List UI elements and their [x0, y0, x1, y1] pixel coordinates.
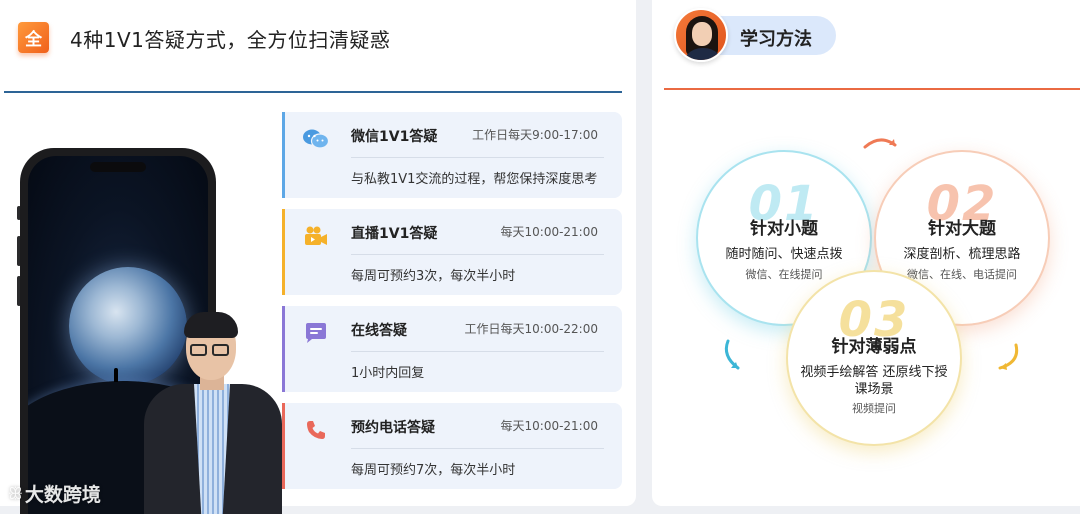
- live-video-icon: [301, 223, 331, 249]
- card-time: 工作日每天9:00-17:00: [472, 128, 598, 142]
- circle-line: 深度剖析、梳理思路: [903, 247, 1021, 262]
- teacher-hair: [184, 312, 238, 338]
- study-method-title: 学习方法: [740, 29, 812, 50]
- chat-message-icon: [301, 320, 331, 346]
- card-phone-answer[interactable]: 预约电话答疑 每天10:00-21:00 每周可预约7次，每次半小时: [282, 403, 622, 489]
- arrow-top-icon: [863, 138, 897, 149]
- card-wechat-answer[interactable]: 微信1V1答疑 工作日每天9:00-17:00 与私教1V1交流的过程，帮您保持…: [282, 112, 622, 198]
- card-name: 在线答疑: [351, 323, 407, 339]
- watermark: ꕥ 大数跨境: [8, 480, 101, 507]
- teacher-avatar: [674, 8, 728, 62]
- card-desc: 与私教1V1交流的过程，帮您保持深度思考: [351, 172, 598, 187]
- card-time: 工作日每天10:00-22:00: [464, 322, 599, 336]
- section-divider: [4, 91, 622, 93]
- watermark-logo-icon: ꕥ: [8, 483, 23, 503]
- wechat-icon: [301, 126, 331, 152]
- teacher-photo: [140, 312, 286, 514]
- circle-sub: 微信、在线、电话提问: [907, 268, 1017, 281]
- card-desc: 每周可预约7次，每次半小时: [351, 463, 516, 478]
- card-live-answer[interactable]: 直播1V1答疑 每天10:00-21:00 每周可预约3次，每次半小时: [282, 209, 622, 295]
- circle-title: 针对大题: [928, 219, 996, 239]
- section-title: 4种1V1答疑方式，全方位扫清疑惑: [70, 28, 391, 52]
- arrow-left-icon: [724, 339, 740, 370]
- arrow-right-icon: [998, 343, 1019, 370]
- quan-badge: 全: [18, 22, 49, 53]
- watermark-text: 大数跨境: [24, 484, 101, 506]
- phone-notch: [90, 162, 146, 172]
- card-separator: [351, 351, 604, 352]
- card-name: 预约电话答疑: [351, 420, 435, 436]
- card-separator: [351, 448, 604, 449]
- card-separator: [351, 254, 604, 255]
- card-online-answer[interactable]: 在线答疑 工作日每天10:00-22:00 1小时内回复: [282, 306, 622, 392]
- circle-line: 随时随问、快速点拨: [725, 247, 843, 262]
- circle-title: 针对薄弱点: [831, 337, 917, 357]
- card-desc: 1小时内回复: [351, 366, 425, 381]
- circle-line: 视频手绘解答 还原线下授课场景: [800, 365, 948, 397]
- phone-icon: [301, 417, 331, 443]
- method-circle-weak-points: 03 针对薄弱点 视频手绘解答 还原线下授课场景 视频提问: [786, 270, 962, 446]
- card-name: 微信1V1答疑: [351, 129, 438, 145]
- circle-sub: 微信、在线提问: [745, 268, 823, 281]
- teacher-glasses: [190, 344, 232, 356]
- card-separator: [351, 157, 604, 158]
- person-silhouette: [114, 368, 118, 382]
- card-time: 每天10:00-21:00: [500, 225, 599, 239]
- card-name: 直播1V1答疑: [351, 226, 438, 242]
- avatar-face: [692, 22, 712, 46]
- circle-sub: 视频提问: [852, 402, 896, 415]
- venn-diagram: 01 针对小题 随时随问、快速点拨 微信、在线提问 02 针对大题 深度剖析、梳…: [652, 90, 1080, 506]
- card-desc: 每周可预约3次，每次半小时: [351, 269, 516, 284]
- circle-title: 针对小题: [750, 219, 818, 239]
- card-time: 每天10:00-21:00: [500, 419, 599, 433]
